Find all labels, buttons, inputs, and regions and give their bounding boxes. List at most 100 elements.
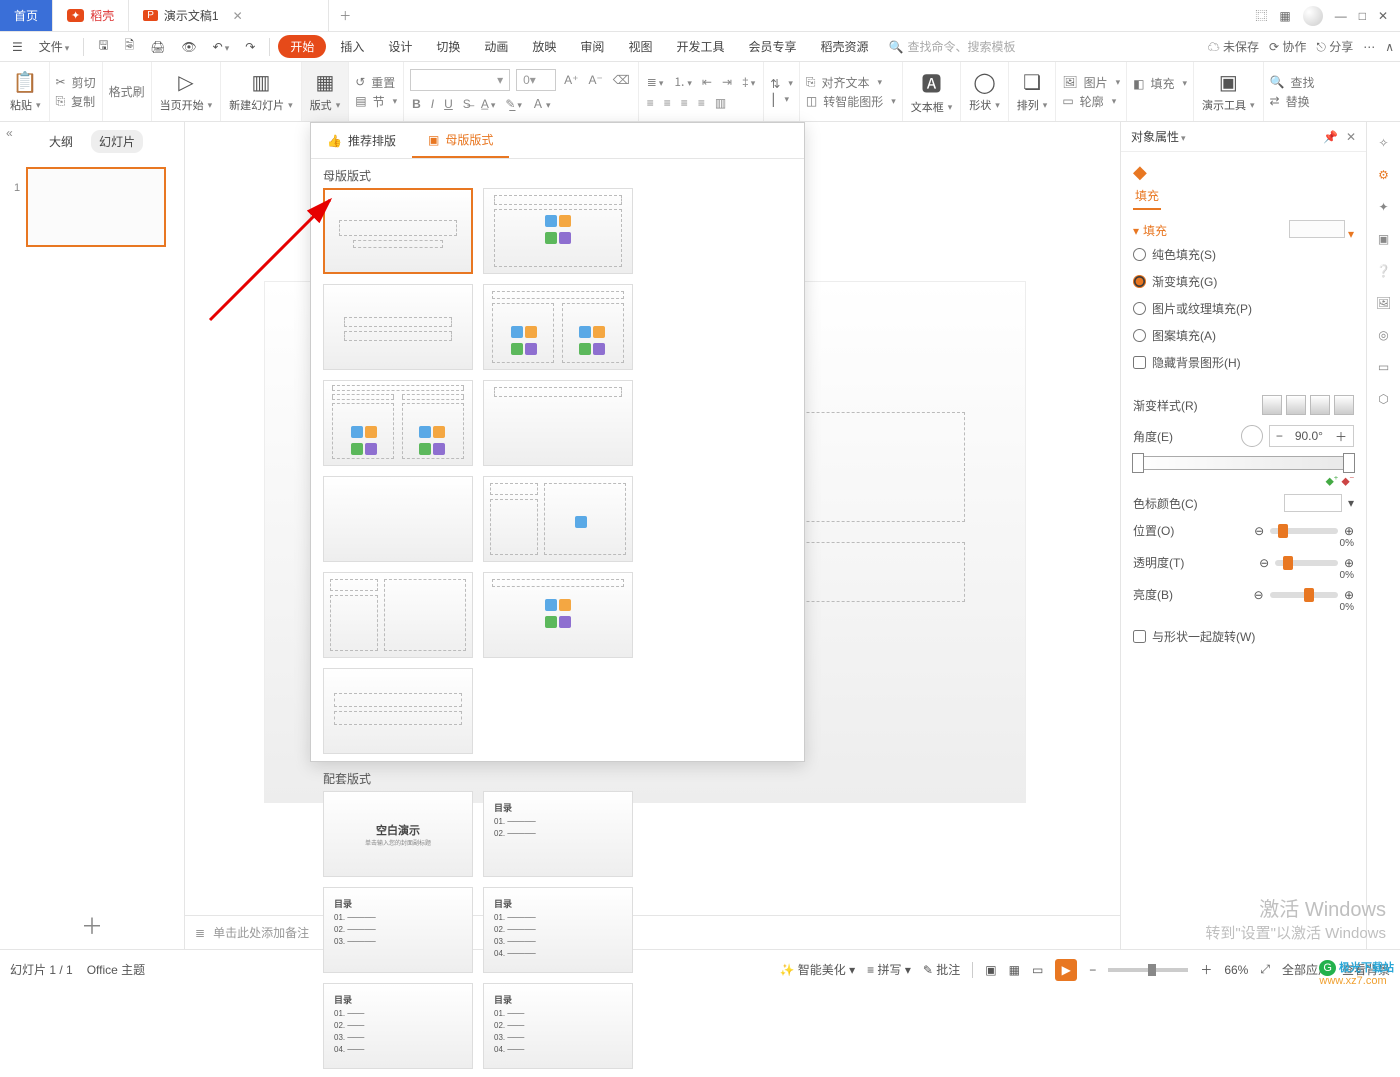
menu-tab-slideshow[interactable]: 放映 bbox=[522, 34, 566, 59]
angle-dial[interactable] bbox=[1241, 425, 1263, 447]
view-normal-icon[interactable]: ▣ bbox=[985, 963, 996, 977]
layout-vertical-title[interactable] bbox=[323, 668, 473, 754]
underline-icon[interactable]: U bbox=[442, 95, 455, 113]
highlight-icon[interactable]: ✎̲ bbox=[503, 95, 524, 113]
undo-icon[interactable]: ↶ bbox=[207, 36, 236, 58]
format-painter-button[interactable]: 格式刷 bbox=[109, 83, 145, 100]
export-icon[interactable]: 🗟 bbox=[119, 32, 141, 61]
angle-spinner[interactable]: −90.0°＋ bbox=[1269, 425, 1354, 447]
tab-docer[interactable]: ✦ 稻壳 bbox=[53, 0, 129, 31]
section-button[interactable]: ▤ 节 bbox=[355, 93, 397, 110]
unsaved-indicator[interactable]: ☁ 未保存 bbox=[1208, 38, 1259, 55]
play-from-current[interactable]: ▷ 当页开始 bbox=[152, 62, 222, 121]
textbox-button[interactable]: 🅰文本框 bbox=[903, 62, 962, 121]
menu-tab-start[interactable]: 开始 bbox=[278, 35, 326, 58]
print-icon[interactable]: 🖨 bbox=[144, 36, 171, 58]
layout-title-only[interactable] bbox=[483, 380, 633, 466]
increase-font-icon[interactable]: A⁺ bbox=[562, 71, 580, 89]
layout-title-slide[interactable] bbox=[323, 188, 473, 274]
font-size-select[interactable]: 0 ▾ bbox=[516, 69, 556, 91]
position-slider[interactable] bbox=[1270, 528, 1338, 534]
gradient-style-picker[interactable] bbox=[1262, 395, 1354, 415]
present-tools-button[interactable]: ▣演示工具 bbox=[1194, 62, 1264, 121]
picture-button[interactable]: 🖼 图片 bbox=[1062, 74, 1120, 91]
stop-color-select[interactable] bbox=[1284, 494, 1342, 512]
zoom-slider[interactable] bbox=[1108, 968, 1188, 972]
numbering-icon[interactable]: ⒈ bbox=[671, 71, 694, 92]
font-color-icon[interactable]: A̲ bbox=[479, 95, 498, 113]
coop-button[interactable]: ⟳ 协作 bbox=[1269, 38, 1306, 55]
command-search[interactable]: 🔍查找命令、搜索模板 bbox=[889, 38, 1016, 55]
minimize-icon[interactable]: — bbox=[1335, 9, 1347, 23]
layout-switch-icon[interactable]: ⿴ bbox=[1255, 7, 1267, 24]
plus-icon[interactable]: ⊕ bbox=[1344, 524, 1354, 538]
copy-button[interactable]: ⎘ 复制 bbox=[56, 93, 96, 110]
add-slide-button[interactable]: ＋ bbox=[0, 909, 184, 941]
arrange-button[interactable]: ❏排列 bbox=[1009, 62, 1057, 121]
more-menu-icon[interactable]: ⋯ bbox=[1363, 40, 1375, 54]
align-center-icon[interactable]: ≡ bbox=[662, 94, 673, 112]
close-window-icon[interactable]: ✕ bbox=[1378, 9, 1388, 23]
slide-thumbnail-1[interactable] bbox=[26, 167, 166, 247]
layers-icon[interactable]: ▣ bbox=[1378, 232, 1389, 246]
line-spacing-icon[interactable]: ‡ bbox=[740, 73, 757, 91]
fill-tab[interactable]: 填充 bbox=[1133, 187, 1161, 210]
menu-tab-design[interactable]: 设计 bbox=[378, 34, 422, 59]
align-left-icon[interactable]: ≡ bbox=[645, 94, 656, 112]
close-panel-icon[interactable]: ✕ bbox=[1346, 130, 1356, 144]
comments-button[interactable]: ✎ 批注 bbox=[923, 961, 960, 978]
menu-tab-view[interactable]: 视图 bbox=[618, 34, 662, 59]
panel-toggle-icon[interactable]: ∧ bbox=[1385, 40, 1394, 54]
smart-shape-button[interactable]: ◫ 转智能图形 bbox=[806, 93, 896, 110]
help-icon[interactable]: ❔ bbox=[1376, 264, 1391, 278]
shape-button[interactable]: ◯形状 bbox=[961, 62, 1009, 121]
gradient-stop-right[interactable] bbox=[1343, 453, 1355, 473]
suite-layout-4[interactable]: 目录01. ─────02. ─────03. ─────04. ───── bbox=[483, 887, 633, 973]
settings-slider-icon[interactable]: ⚙ bbox=[1378, 168, 1389, 182]
layout-title-content[interactable] bbox=[483, 188, 633, 274]
layout-content-caption[interactable] bbox=[483, 476, 633, 562]
decrease-font-icon[interactable]: A⁻ bbox=[586, 71, 604, 89]
layout-button[interactable]: ▦ 版式 bbox=[302, 62, 350, 121]
fill-swatch[interactable] bbox=[1289, 220, 1345, 238]
device-icon[interactable]: ▭ bbox=[1378, 360, 1389, 374]
recommend-layout-tab[interactable]: 👍推荐排版 bbox=[311, 123, 412, 158]
layout-picture-caption[interactable] bbox=[323, 572, 473, 658]
menu-tab-review[interactable]: 审阅 bbox=[570, 34, 614, 59]
font-family-select[interactable]: ▾ bbox=[410, 69, 510, 91]
slides-tab[interactable]: 幻灯片 bbox=[91, 130, 143, 153]
suite-layout-3[interactable]: 目录01. ─────02. ─────03. ───── bbox=[323, 887, 473, 973]
slideshow-button[interactable]: ▶ bbox=[1055, 959, 1077, 981]
spellcheck-button[interactable]: ≡ 拼写 ▾ bbox=[867, 961, 911, 978]
suite-layout-1[interactable]: 空白演示 单击输入您的封面副标题 bbox=[323, 791, 473, 877]
clear-format-icon[interactable]: ⌫ bbox=[611, 71, 632, 89]
menu-tab-insert[interactable]: 插入 bbox=[330, 34, 374, 59]
zoom-in-icon[interactable]: ＋ bbox=[1200, 961, 1212, 978]
image-icon[interactable]: 🖼 bbox=[1376, 296, 1391, 310]
menu-tab-animation[interactable]: 动画 bbox=[474, 34, 518, 59]
gradient-stop-left[interactable] bbox=[1132, 453, 1144, 473]
fill-category-icon[interactable]: ◆ bbox=[1133, 162, 1147, 182]
menu-tab-docer-res[interactable]: 稻壳资源 bbox=[810, 34, 878, 59]
layout-section-header[interactable] bbox=[323, 284, 473, 370]
indent-inc-icon[interactable]: ⇥ bbox=[720, 73, 734, 91]
replace-button[interactable]: ⇄ 替换 bbox=[1270, 93, 1315, 110]
indent-dec-icon[interactable]: ⇤ bbox=[700, 73, 714, 91]
cube-icon[interactable]: ⬡ bbox=[1378, 392, 1388, 406]
suite-layout-2[interactable]: 目录01. ─────02. ───── bbox=[483, 791, 633, 877]
align-right-icon[interactable]: ≡ bbox=[679, 94, 690, 112]
close-tab-icon[interactable]: ✕ bbox=[233, 9, 243, 23]
bold-icon[interactable]: B bbox=[410, 95, 423, 113]
fill-solid[interactable]: 纯色填充(S) bbox=[1133, 241, 1354, 268]
preview-icon[interactable]: 👁 bbox=[175, 36, 202, 58]
remove-stop-icon[interactable]: ⬥⁻ bbox=[1341, 474, 1354, 488]
fill-gradient[interactable]: 渐变填充(G) bbox=[1133, 268, 1354, 295]
outline-button[interactable]: ▭ 轮廓 bbox=[1062, 93, 1120, 110]
assistant-icon[interactable]: ✧ bbox=[1378, 136, 1388, 150]
reset-button[interactable]: ↺ 重置 bbox=[355, 74, 397, 91]
fill-button[interactable]: ◧ 填充 bbox=[1133, 75, 1187, 92]
fill-pattern[interactable]: 图案填充(A) bbox=[1133, 322, 1354, 349]
opacity-slider[interactable] bbox=[1275, 560, 1338, 566]
maximize-icon[interactable]: □ bbox=[1359, 9, 1366, 23]
new-tab-button[interactable]: ＋ bbox=[329, 0, 361, 31]
